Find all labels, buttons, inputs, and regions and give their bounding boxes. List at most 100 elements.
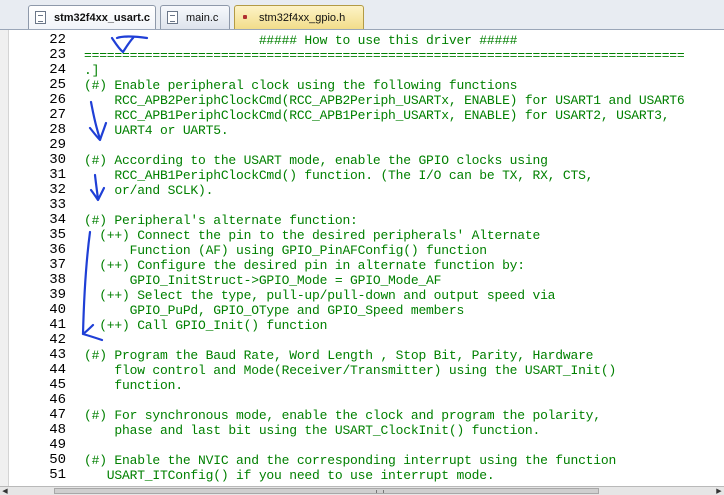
code-text: USART_ITConfig() if you need to use inte…	[84, 468, 495, 483]
code-line[interactable]: 41 (++) Call GPIO_Init() function	[0, 317, 724, 334]
line-number: 25	[49, 77, 66, 93]
code-text: GPIO_InitStruct->GPIO_Mode = GPIO_Mode_A…	[84, 273, 442, 288]
line-number: 50	[49, 452, 66, 468]
line-number: 39	[49, 287, 66, 303]
code-editor[interactable]: 22 ##### How to use this driver ##### 23 =…	[0, 30, 724, 486]
code-line[interactable]: 42	[0, 333, 724, 348]
code-text: (#) Enable peripheral clock using the fo…	[84, 78, 518, 93]
code-line[interactable]: 47 (#) For synchronous mode, enable the c…	[0, 407, 724, 424]
line-number: 45	[49, 377, 66, 393]
line-number: 51	[49, 467, 66, 483]
code-text: (#) According to the USART mode, enable …	[84, 153, 548, 168]
line-number: 28	[49, 122, 66, 138]
code-line[interactable]: 37 (++) Configure the desired pin in alt…	[0, 257, 724, 274]
code-line[interactable]: 30 (#) According to the USART mode, enabl…	[0, 152, 724, 169]
code-line[interactable]: 32 or/and SCLK).	[0, 182, 724, 199]
line-number: 26	[49, 92, 66, 108]
line-number: 23	[49, 47, 66, 63]
line-number: 38	[49, 272, 66, 288]
code-line[interactable]: 28 UART4 or UART5.	[0, 122, 724, 139]
code-line[interactable]: 46	[0, 393, 724, 408]
code-text: RCC_APB2PeriphClockCmd(RCC_APB2Periph_US…	[84, 93, 685, 108]
line-number: 22	[49, 32, 66, 48]
code-line[interactable]: 44 flow control and Mode(Receiver/Transm…	[0, 362, 724, 379]
line-number: 41	[49, 317, 66, 333]
code-line[interactable]: 45 function.	[0, 377, 724, 394]
tab-label: main.c	[186, 11, 219, 24]
line-number: 43	[49, 347, 66, 363]
scrollbar-thumb[interactable]	[54, 488, 599, 494]
line-number: 44	[49, 362, 66, 378]
line-number: 32	[49, 182, 66, 198]
code-line[interactable]: 29	[0, 138, 724, 153]
line-number: 35	[49, 227, 66, 243]
code-text: ##### How to use this driver #####	[84, 33, 518, 48]
code-text: (#) Enable the NVIC and the correspondin…	[84, 453, 617, 468]
code-line[interactable]: 43 (#) Program the Baud Rate, Word Length…	[0, 347, 724, 364]
line-number: 47	[49, 407, 66, 423]
c-file-icon	[35, 11, 46, 24]
code-text: Function (AF) using GPIO_PinAFConfig() f…	[84, 243, 487, 258]
code-text: function.	[84, 378, 183, 393]
tab-label: stm32f4xx_usart.c	[54, 11, 151, 24]
code-line[interactable]: 31 RCC_AHB1PeriphClockCmd() function. (T…	[0, 167, 724, 184]
tab-label: stm32f4xx_gpio.h	[259, 11, 346, 24]
code-text: UART4 or UART5.	[84, 123, 229, 138]
code-text: GPIO_PuPd, GPIO_OType and GPIO_Speed mem…	[84, 303, 465, 318]
tab-stm32f4xx-gpio-h[interactable]: stm32f4xx_gpio.h	[234, 5, 364, 29]
line-number: 49	[49, 437, 66, 453]
line-number: 46	[49, 392, 66, 408]
code-text: (#) Program the Baud Rate, Word Length ,…	[84, 348, 594, 363]
code-line[interactable]: 51 USART_ITConfig() if you need to use i…	[0, 467, 724, 484]
line-number: 34	[49, 212, 66, 228]
code-line[interactable]: 50 (#) Enable the NVIC and the correspond…	[0, 452, 724, 469]
code-text: .]	[84, 63, 100, 78]
code-line[interactable]: 38 GPIO_InitStruct->GPIO_Mode = GPIO_Mod…	[0, 272, 724, 289]
code-line[interactable]: 35 (++) Connect the pin to the desired p…	[0, 227, 724, 244]
code-text: (++) Call GPIO_Init() function	[84, 318, 328, 333]
code-line[interactable]: 34 (#) Peripheral's alternate function:	[0, 212, 724, 229]
code-text: phase and last bit using the USART_Clock…	[84, 423, 541, 438]
tab-main-c[interactable]: main.c	[160, 5, 230, 29]
code-text: or/and SCLK).	[84, 183, 214, 198]
line-number: 29	[49, 137, 66, 153]
grip-icon	[376, 490, 384, 493]
code-line[interactable]: 39 (++) Select the type, pull-up/pull-do…	[0, 287, 724, 304]
code-line[interactable]: 49	[0, 438, 724, 453]
line-number: 27	[49, 107, 66, 123]
code-text: (++) Connect the pin to the desired peri…	[84, 228, 541, 243]
code-text: (#) For synchronous mode, enable the clo…	[84, 408, 601, 423]
line-number: 36	[49, 242, 66, 258]
code-text: ========================================…	[84, 48, 685, 63]
code-line[interactable]: 25 (#) Enable peripheral clock using the …	[0, 77, 724, 94]
code-line[interactable]: 27 RCC_APB1PeriphClockCmd(RCC_APB1Periph…	[0, 107, 724, 124]
tab-bar: stm32f4xx_usart.c main.c stm32f4xx_gpio.…	[0, 0, 724, 30]
arrow-left-icon[interactable]: ◀	[0, 487, 10, 495]
code-line[interactable]: 23 ======================================…	[0, 47, 724, 64]
code-line[interactable]: 40 GPIO_PuPd, GPIO_OType and GPIO_Speed …	[0, 302, 724, 319]
code-line[interactable]: 26 RCC_APB2PeriphClockCmd(RCC_APB2Periph…	[0, 92, 724, 109]
code-line[interactable]: 48 phase and last bit using the USART_Cl…	[0, 423, 724, 439]
code-line[interactable]: 22 ##### How to use this driver #####	[0, 32, 724, 49]
line-number: 40	[49, 302, 66, 318]
code-text: (++) Configure the desired pin in altern…	[84, 258, 525, 273]
code-text: RCC_AHB1PeriphClockCmd() function. (The …	[84, 168, 594, 183]
line-number: 30	[49, 152, 66, 168]
tab-stm32f4xx-usart-c[interactable]: stm32f4xx_usart.c	[28, 5, 156, 29]
line-number: 33	[49, 197, 66, 213]
arrow-right-icon[interactable]: ▶	[714, 487, 724, 495]
line-number: 42	[49, 332, 66, 348]
code-text: (++) Select the type, pull-up/pull-down …	[84, 288, 556, 303]
line-number: 37	[49, 257, 66, 273]
h-file-icon	[243, 15, 247, 19]
code-line[interactable]: 24.]	[0, 62, 724, 79]
horizontal-scrollbar[interactable]: ◀ ▶	[0, 486, 724, 495]
line-number: 31	[49, 167, 66, 183]
code-line[interactable]: 36 Function (AF) using GPIO_PinAFConfig(…	[0, 242, 724, 259]
code-text: (#) Peripheral's alternate function:	[84, 213, 358, 228]
code-text: RCC_APB1PeriphClockCmd(RCC_APB1Periph_US…	[84, 108, 670, 123]
code-text: flow control and Mode(Receiver/Transmitt…	[84, 363, 617, 378]
c-file-icon	[167, 11, 178, 24]
code-line[interactable]: 33	[0, 198, 724, 213]
line-number: 24	[49, 62, 66, 78]
